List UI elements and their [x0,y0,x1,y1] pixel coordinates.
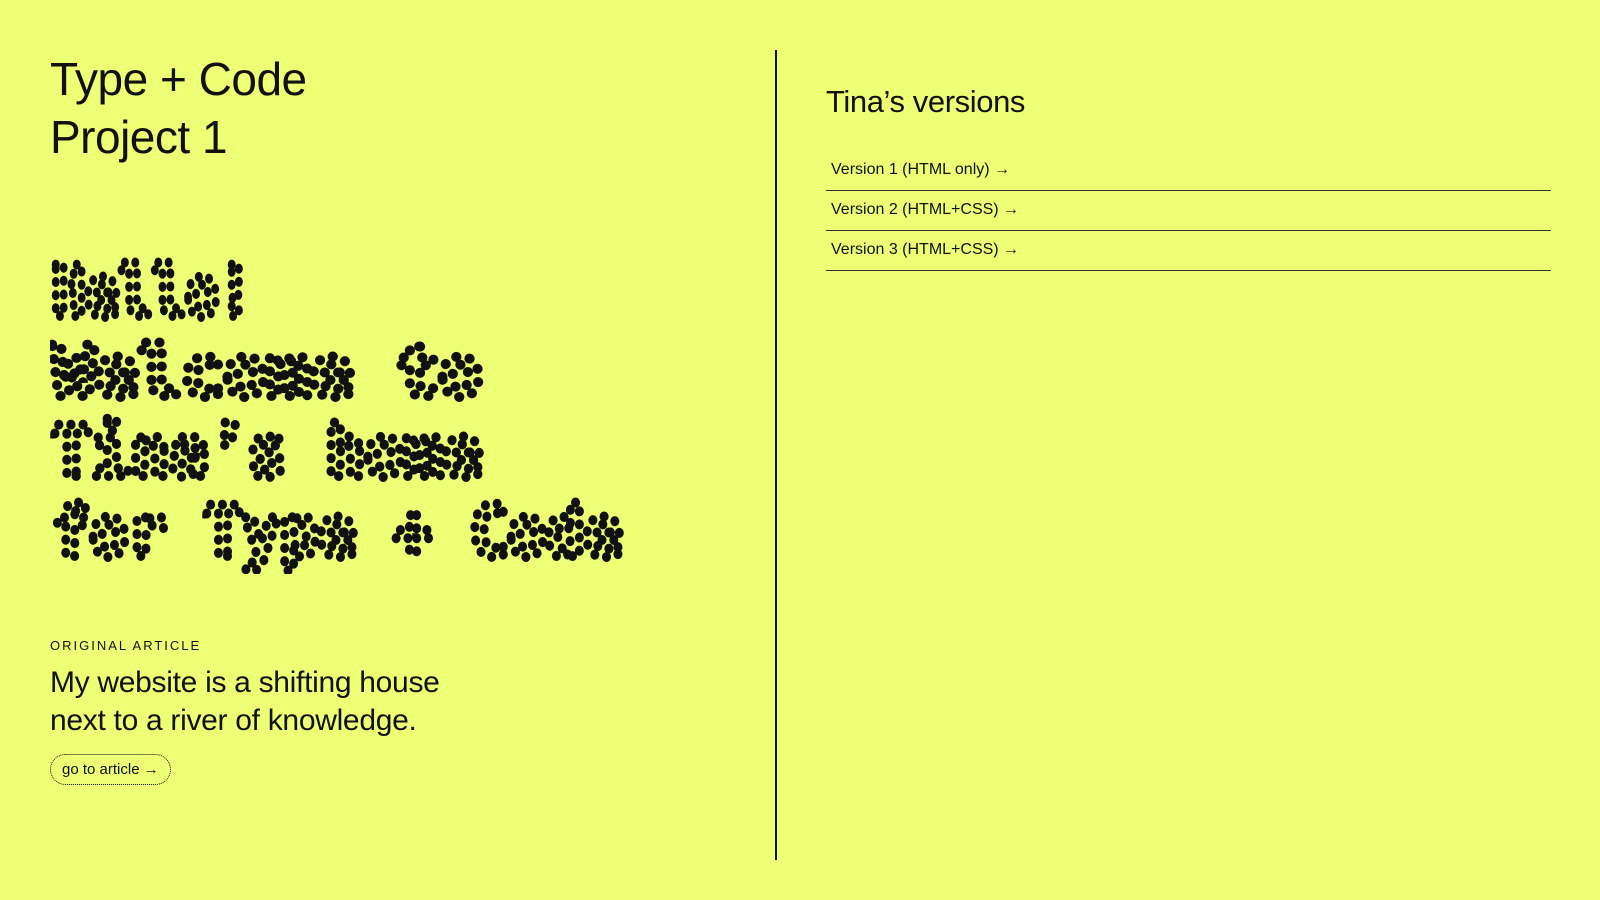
greeting-line-2: Welcome to [52,331,482,413]
version-3-link[interactable]: Version 3 (HTML+CSS) → [831,241,1019,258]
original-article-section: ORIGINAL ARTICLE My website is a shiftin… [50,638,530,785]
list-item: Version 3 (HTML+CSS) → [826,231,1551,271]
site-title-line-2: Project 1 [50,111,228,163]
right-panel: Tina’s versions Version 1 (HTML only) → … [826,50,1551,271]
version-1-link[interactable]: Version 1 (HTML only) → [831,161,1010,178]
greeting-line-4: for Type + Code [52,491,622,573]
go-to-article-button[interactable]: go to article → [50,754,171,785]
article-title-line-1: My website is a shifting house [50,666,440,699]
article-title-line-2: next to a river of knowledge. [50,704,417,737]
article-eyebrow: ORIGINAL ARTICLE [50,638,202,653]
left-panel: Type + Code Project 1 Hello! Welcome to Ti… [50,50,710,785]
article-title: My website is a shifting house next to a… [50,664,530,740]
vertical-divider [775,50,777,860]
list-item: Version 1 (HTML only) → [826,151,1551,191]
site-title: Type + Code Project 1 [50,50,710,166]
versions-list: Version 1 (HTML only) → Version 2 (HTML+… [826,151,1551,271]
greeting-line-1: Hello! [52,254,252,333]
version-2-link[interactable]: Version 2 (HTML+CSS) → [831,201,1019,218]
versions-title: Tina’s versions [826,84,1026,119]
greeting-line-3: Tina’s home [52,411,482,493]
site-title-line-1: Type + Code [50,53,307,105]
dot-matrix-greeting-graphic: Hello!Welcome toTina’s homefor Type + Co… [50,254,627,574]
dot-matrix-greeting: Hello! Welcome to Tina’s home for Type + Co… [50,254,690,574]
list-item: Version 2 (HTML+CSS) → [826,191,1551,231]
